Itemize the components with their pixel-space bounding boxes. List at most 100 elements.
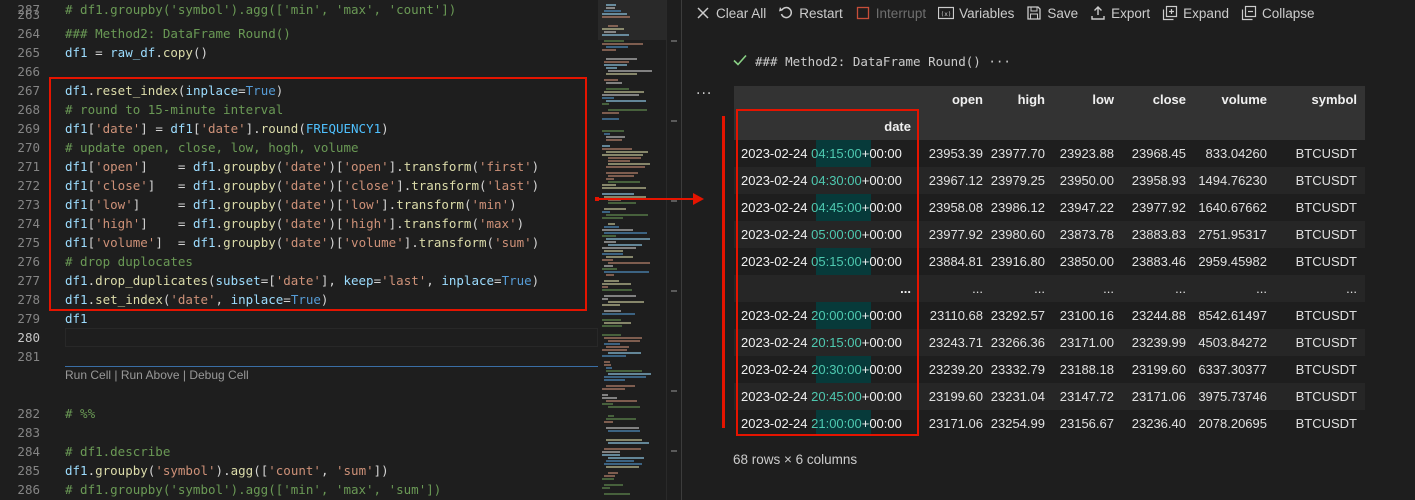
code-line[interactable]: # update open, close, low, hogh, volume <box>65 138 359 157</box>
code-token: , <box>426 273 442 288</box>
code-line[interactable]: # df1.groupby('symbol').agg(['min', 'max… <box>65 480 441 499</box>
minimap[interactable] <box>598 0 666 500</box>
table-cell: 1494.76230 <box>1198 173 1267 188</box>
code-line[interactable]: df1 <box>65 309 88 328</box>
code-line[interactable]: df1['volume'] = df1.groupby('date')['vol… <box>65 233 539 252</box>
code-line[interactable]: df1.set_index('date', inplace=True) <box>65 290 328 309</box>
row-index-tz: +00:00 <box>861 389 902 404</box>
code-token: = <box>373 273 382 288</box>
scrollbar-marker <box>671 120 677 122</box>
code-token: = <box>494 273 502 288</box>
code-line[interactable]: ### Method2: DataFrame Round() <box>65 24 291 43</box>
variables-button[interactable]: (x) Variables <box>937 2 1015 24</box>
output-more-icon[interactable]: ··· <box>696 86 712 102</box>
row-index-time: 04:30:00 <box>811 173 862 188</box>
minimap-line <box>602 268 617 270</box>
minimap-line <box>604 475 615 477</box>
code-token: ] = <box>147 178 193 193</box>
code-token: 'count' <box>268 463 321 478</box>
save-button[interactable]: Save <box>1026 2 1078 24</box>
code-token: ]. <box>381 197 397 212</box>
line-number: 269 <box>17 121 40 136</box>
output-highlight-bar <box>722 116 725 428</box>
table-cell: 23171.06 <box>1131 389 1186 404</box>
code-line[interactable]: # df1.groupby('symbol').agg(['min', 'max… <box>65 0 456 19</box>
row-index-time: 20:15:00 <box>811 335 862 350</box>
code-token: 'date' <box>95 121 141 136</box>
cell-more-icon[interactable]: ··· <box>988 54 1011 69</box>
code-line[interactable]: df1['high'] = df1.groupby('date')['high'… <box>65 214 524 233</box>
code-line[interactable]: df1['date'] = df1['date'].round(FREQUENC… <box>65 119 389 138</box>
debug-cell-link[interactable]: Debug Cell <box>189 368 248 382</box>
row-index: 2023-02-24 20:00:00+00:00 <box>741 302 902 329</box>
code-line[interactable]: # drop duplocates <box>65 252 193 271</box>
code-token: transform <box>396 197 464 212</box>
code-line[interactable]: # round to 15-minute interval <box>65 100 283 119</box>
minimap-line <box>602 97 614 99</box>
row-index: 2023-02-24 05:00:00+00:00 <box>741 221 902 248</box>
table-cell: 23916.80 <box>990 254 1045 269</box>
code-token: ] = <box>132 197 193 212</box>
code-token: df1 <box>65 311 88 326</box>
minimap-line <box>602 229 633 231</box>
code-line[interactable]: df1.reset_index(inplace=True) <box>65 81 283 100</box>
export-icon <box>1090 5 1106 21</box>
code-token: df1 <box>192 235 216 250</box>
minimap-line <box>602 103 609 105</box>
expand-button[interactable]: Expand <box>1162 2 1229 24</box>
code-token: 'min' <box>471 197 510 212</box>
collapse-label: Collapse <box>1261 5 1315 21</box>
run-cell-link[interactable]: Run Cell <box>65 368 111 382</box>
run-above-link[interactable]: Run Above <box>121 368 180 382</box>
restart-button[interactable]: Restart <box>778 2 843 24</box>
code-token: )[ <box>328 178 344 193</box>
table-cell: 4503.84272 <box>1198 335 1267 350</box>
code-line[interactable]: # df1.describe <box>65 442 170 461</box>
row-index: 2023-02-24 21:00:00+00:00 <box>741 410 902 437</box>
export-button[interactable]: Export <box>1090 2 1150 24</box>
scrollbar-marker <box>671 200 677 202</box>
code-token: 'sum' <box>336 463 374 478</box>
clear-all-button[interactable]: Clear All <box>695 2 766 24</box>
collapse-button[interactable]: Collapse <box>1241 2 1315 24</box>
row-index-time: 20:45:00 <box>811 389 862 404</box>
code-token: . <box>155 45 163 60</box>
code-line[interactable]: df1['open'] = df1.groupby('date')['open'… <box>65 157 539 176</box>
minimap-line <box>604 364 611 366</box>
table-cell: ... <box>1034 281 1045 296</box>
code-token: [ <box>87 197 96 212</box>
minimap-line <box>602 193 634 195</box>
code-token: ). <box>215 463 231 478</box>
code-line[interactable]: df1.groupby('symbol').agg(['count', 'sum… <box>65 461 389 480</box>
minimap-line <box>604 40 624 42</box>
table-cell: 23968.45 <box>1131 146 1186 161</box>
code-token: ( <box>471 159 479 174</box>
code-token: . <box>215 216 224 231</box>
line-number: 264 <box>17 26 40 41</box>
code-editor[interactable]: 263 264 265 266 267 268 269 270 271 272 273 274 275 2… <box>0 0 598 500</box>
variables-label: Variables <box>959 5 1015 21</box>
row-index-time: 21:00:00 <box>811 416 862 431</box>
code-token: # df1.groupby('symbol').agg(['min', 'max… <box>65 2 457 17</box>
code-line[interactable]: df1.drop_duplicates(subset=['date'], kee… <box>65 271 539 290</box>
table-row: 2023-02-24 04:30:00+00:00 23967.12 23979.2… <box>734 167 1365 194</box>
table-cell: BTCUSDT <box>1295 227 1357 242</box>
code-token: , <box>320 463 336 478</box>
code-token: df1 <box>65 178 88 193</box>
table-cell: 23883.83 <box>1131 227 1186 242</box>
code-token: = <box>283 292 291 307</box>
interrupt-button[interactable]: Interrupt <box>855 2 926 24</box>
cell-header[interactable]: ### Method2: DataFrame Round() ··· <box>682 50 1415 74</box>
code-line[interactable]: # %% <box>65 404 95 423</box>
table-row: 2023-02-24 20:15:00+00:00 23243.71 23266.3… <box>734 329 1365 356</box>
minimap-line <box>602 355 626 357</box>
code-token: inplace <box>441 273 495 288</box>
code-line[interactable]: df1['close'] = df1.groupby('date')['clos… <box>65 176 539 195</box>
line-number: 284 <box>17 444 40 459</box>
editor-scrollbar[interactable] <box>666 0 680 500</box>
minimap-line <box>608 202 636 204</box>
code-line[interactable]: df1 = raw_df.copy() <box>65 43 208 62</box>
code-line[interactable]: df1['low'] = df1.groupby('date')['low'].… <box>65 195 517 214</box>
code-token: ) <box>381 121 389 136</box>
table-cell: 23986.12 <box>990 200 1045 215</box>
